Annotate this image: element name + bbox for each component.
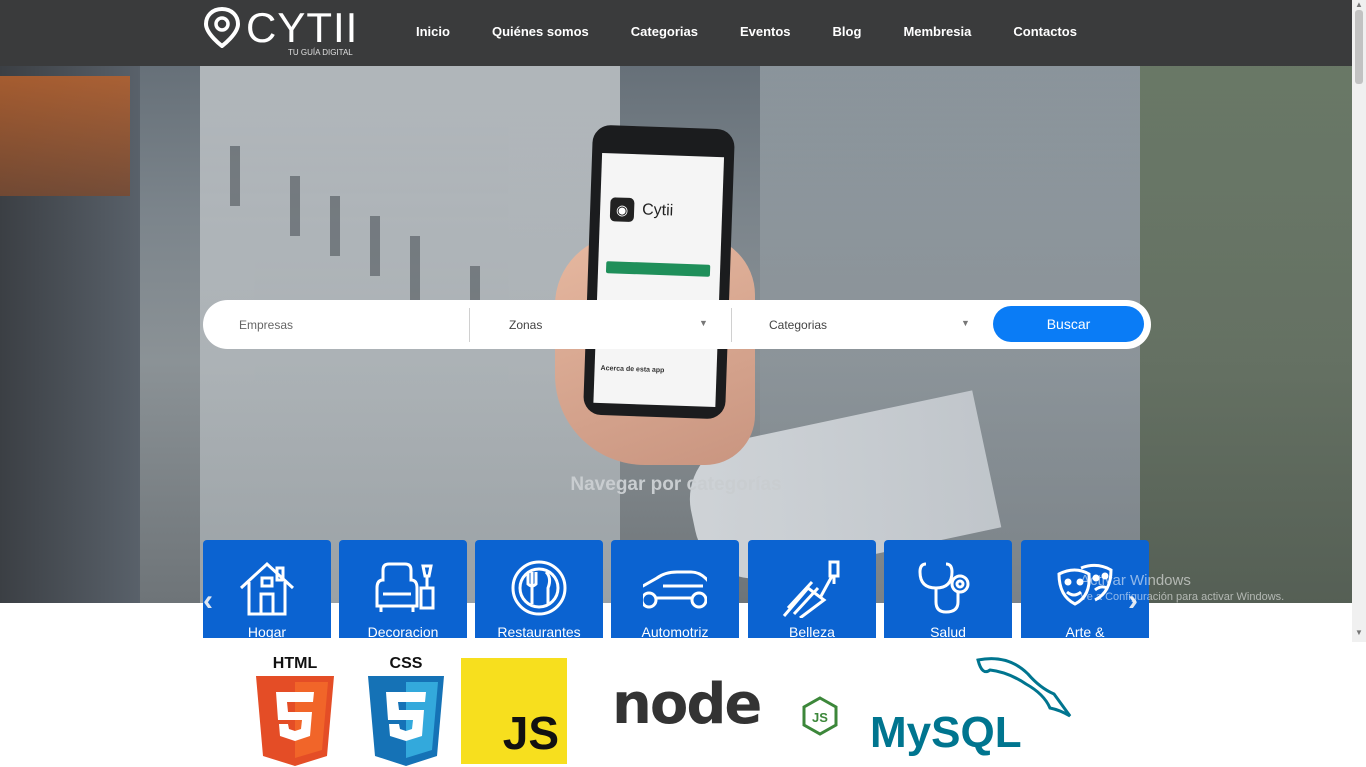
hair-dryer-icon xyxy=(782,560,840,618)
nav-contactos[interactable]: Contactos xyxy=(992,22,1098,42)
css-text: CSS xyxy=(390,655,423,672)
hero-trees xyxy=(1140,66,1352,603)
top-navbar: CYTII TU GUÍA DIGITAL Inicio Quiénes som… xyxy=(0,0,1352,66)
tech-stack-strip: HTML CSS JS node JS MySQL xyxy=(0,642,1366,767)
category-label: Salud xyxy=(930,624,966,638)
category-label: Restaurantes xyxy=(497,624,581,638)
chevron-down-icon: ▼ xyxy=(699,318,708,328)
search-divider xyxy=(469,308,470,342)
html5-logo-icon: HTML xyxy=(256,655,334,766)
nav-membresia[interactable]: Membresia xyxy=(882,22,992,42)
stethoscope-icon xyxy=(918,562,970,614)
category-card-salud[interactable]: Salud xyxy=(884,540,1012,638)
category-card-hogar[interactable]: Hogar xyxy=(203,540,331,638)
page-scrollbar[interactable]: ▲ ▼ xyxy=(1352,0,1366,642)
category-select[interactable]: Categorias ▼ xyxy=(743,300,983,349)
scroll-up-icon[interactable]: ▲ xyxy=(1355,0,1363,9)
car-icon xyxy=(643,570,707,609)
nav-eventos[interactable]: Eventos xyxy=(719,22,812,42)
phone-app-name: Cytii xyxy=(641,201,674,220)
search-button[interactable]: Buscar xyxy=(993,306,1144,342)
carousel-prev-arrow-icon[interactable]: ‹ xyxy=(203,584,213,618)
scrollbar-thumb[interactable] xyxy=(1355,10,1363,84)
zone-select-value: Zonas xyxy=(509,317,543,332)
category-label: Belleza xyxy=(789,624,835,638)
chevron-down-icon: ▼ xyxy=(961,318,970,328)
windows-activation-watermark: Activar Windows Ve a Configuración para … xyxy=(1080,572,1284,603)
category-card-decoracion[interactable]: Decoracion xyxy=(339,540,467,638)
mysql-text: MySQL xyxy=(870,708,1022,757)
plate-cutlery-icon xyxy=(511,560,567,616)
brand-name: CYTII xyxy=(246,4,359,51)
css3-logo-icon: CSS xyxy=(368,655,444,766)
nav-quienes-somos[interactable]: Quiénes somos xyxy=(471,22,610,42)
hero-building-left xyxy=(0,66,140,603)
search-bar: Empresas Zonas ▼ Categorias ▼ Buscar xyxy=(203,300,1151,349)
categories-carousel: Hogar Decoracion Restaurantes Automotriz… xyxy=(203,540,1149,638)
node-text: node xyxy=(612,672,762,737)
company-search-input[interactable]: Empresas xyxy=(239,300,469,349)
categories-heading: Navegar por categorías xyxy=(570,474,782,495)
armchair-lamp-icon xyxy=(375,562,435,612)
location-pin-icon xyxy=(203,6,241,48)
watermark-title: Activar Windows xyxy=(1080,572,1191,589)
hero-phone: ◉ Cytii Acerca de esta app xyxy=(582,124,736,420)
phone-about-text: Acerca de esta app xyxy=(600,365,665,375)
category-label: Decoracion xyxy=(367,624,439,638)
nav-inicio[interactable]: Inicio xyxy=(395,22,471,42)
nav-blog[interactable]: Blog xyxy=(812,22,883,42)
category-card-restaurantes[interactable]: Restaurantes xyxy=(475,540,603,638)
category-card-belleza[interactable]: Belleza xyxy=(748,540,876,638)
phone-screen: ◉ Cytii Acerca de esta app xyxy=(593,152,725,408)
scroll-down-icon[interactable]: ▼ xyxy=(1355,628,1363,637)
js-text: JS xyxy=(502,707,559,759)
phone-app-row: ◉ Cytii xyxy=(609,197,674,223)
watermark-subtitle: Ve a Configuración para activar Windows. xyxy=(1080,591,1285,603)
javascript-logo-icon: JS xyxy=(461,658,567,764)
mysql-logo-icon: MySQL xyxy=(868,654,1080,764)
category-card-automotriz[interactable]: Automotriz xyxy=(611,540,739,638)
html-text: HTML xyxy=(273,655,318,672)
page: ◉ Cytii Acerca de esta app CYTII TU GUÍA… xyxy=(0,0,1366,767)
brand-tagline: TU GUÍA DIGITAL xyxy=(288,48,353,57)
category-label: Automotriz xyxy=(641,624,709,638)
category-label: Arte & Entretenimiento xyxy=(1065,624,1105,638)
nodejs-logo-icon: node xyxy=(612,670,782,740)
nav-categorias[interactable]: Categorias xyxy=(610,22,719,42)
zone-select[interactable]: Zonas ▼ xyxy=(483,300,733,349)
house-icon xyxy=(239,561,295,616)
app-pin-icon: ◉ xyxy=(609,197,635,223)
nodejs-hexagon-icon: JS xyxy=(802,696,838,736)
svg-text:JS: JS xyxy=(812,710,828,725)
search-divider xyxy=(731,308,732,342)
company-search-placeholder: Empresas xyxy=(239,317,294,332)
category-label: Hogar xyxy=(247,624,287,638)
main-nav: Inicio Quiénes somos Categorias Eventos … xyxy=(395,22,1098,42)
category-select-value: Categorias xyxy=(769,317,828,332)
phone-install-bar xyxy=(605,261,711,277)
brand-logo[interactable]: CYTII TU GUÍA DIGITAL xyxy=(202,4,362,60)
